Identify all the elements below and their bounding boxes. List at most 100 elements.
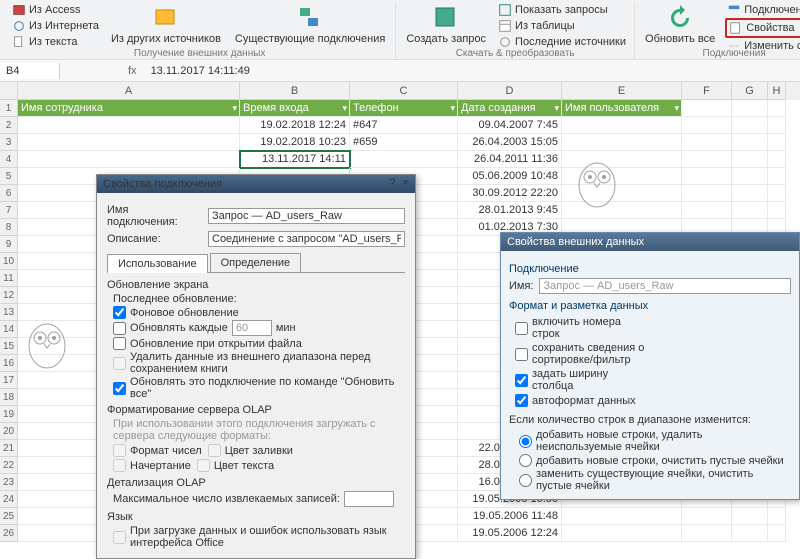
dialog-titlebar[interactable]: Свойства внешних данных bbox=[501, 233, 799, 251]
row-numbers-check[interactable] bbox=[515, 322, 528, 335]
desc-input[interactable] bbox=[208, 231, 405, 247]
num-format-check bbox=[113, 444, 126, 457]
ribbon-group-conn: Обновить все Подключения Свойства Измени… bbox=[635, 2, 800, 59]
row-header[interactable]: 8 bbox=[0, 219, 18, 236]
refresh-all-button[interactable]: Обновить все bbox=[641, 2, 719, 47]
ribbon-group-external: Из Access Из Интернета Из текста Из друг… bbox=[4, 2, 396, 59]
desc-label: Описание: bbox=[107, 233, 202, 245]
section-rows: Если количество строк в диапазоне измени… bbox=[509, 414, 791, 426]
row-header[interactable]: 2 bbox=[0, 117, 18, 134]
col-width-check[interactable] bbox=[515, 374, 528, 387]
col-header[interactable]: D bbox=[458, 82, 562, 100]
row-header[interactable]: 16 bbox=[0, 355, 18, 372]
row-header[interactable]: 24 bbox=[0, 491, 18, 508]
name-label: Имя: bbox=[509, 280, 533, 292]
refresh-every-check[interactable] bbox=[113, 322, 126, 335]
show-queries-button[interactable]: Показать запросы bbox=[496, 2, 628, 18]
name-input[interactable] bbox=[208, 208, 405, 224]
section-lang: Язык bbox=[107, 511, 405, 523]
remove-data-check bbox=[113, 357, 126, 370]
refresh-all-check[interactable] bbox=[113, 382, 126, 395]
help-icon[interactable]: ? × bbox=[389, 178, 409, 190]
row-header[interactable]: 22 bbox=[0, 457, 18, 474]
row-header[interactable]: 14 bbox=[0, 321, 18, 338]
tab-usage[interactable]: Использование bbox=[107, 254, 208, 273]
col-header[interactable]: H bbox=[768, 82, 786, 100]
font-style-check bbox=[113, 459, 126, 472]
owl-icon bbox=[572, 155, 622, 210]
column-headers: A B C D E F G H bbox=[0, 82, 800, 100]
ribbon-group-label: Подключения bbox=[635, 48, 800, 59]
connections-button[interactable]: Подключения bbox=[725, 2, 800, 18]
name-input bbox=[539, 278, 791, 294]
row-header[interactable]: 7 bbox=[0, 202, 18, 219]
col-header[interactable]: E bbox=[562, 82, 682, 100]
section-conn: Подключение bbox=[509, 263, 791, 275]
refresh-open-check[interactable] bbox=[113, 337, 126, 350]
col-header[interactable]: G bbox=[732, 82, 768, 100]
external-data-dialog: Свойства внешних данных Подключение Имя:… bbox=[500, 232, 800, 500]
row-header[interactable]: 17 bbox=[0, 372, 18, 389]
dialog-titlebar[interactable]: Свойства подключения? × bbox=[97, 175, 415, 193]
owl-icon bbox=[22, 316, 72, 371]
fill-color-check bbox=[208, 444, 221, 457]
row-header[interactable]: 11 bbox=[0, 270, 18, 287]
row-header[interactable]: 25 bbox=[0, 508, 18, 525]
properties-button[interactable]: Свойства bbox=[725, 18, 800, 38]
ribbon-group-label: Скачать & преобразовать bbox=[396, 48, 634, 59]
section-drill: Детализация OLAP bbox=[107, 477, 405, 489]
ribbon-group-label: Получение внешних данных bbox=[4, 48, 395, 59]
save-sort-check[interactable] bbox=[515, 348, 528, 361]
row-header[interactable]: 20 bbox=[0, 423, 18, 440]
from-web-button[interactable]: Из Интернета bbox=[10, 18, 101, 34]
formula-bar: B4 fx 13.11.2017 14:11:49 bbox=[0, 60, 800, 82]
from-table-button[interactable]: Из таблицы bbox=[496, 18, 628, 34]
row-header[interactable]: 18 bbox=[0, 389, 18, 406]
replace-radio[interactable] bbox=[519, 474, 532, 487]
add-delete-radio[interactable] bbox=[519, 435, 532, 448]
row-header[interactable]: 15 bbox=[0, 338, 18, 355]
col-header[interactable]: F bbox=[682, 82, 732, 100]
section-refresh: Обновление экрана bbox=[107, 279, 405, 291]
section-olap: Форматирование сервера OLAP bbox=[107, 404, 405, 416]
row-header[interactable]: 13 bbox=[0, 304, 18, 321]
ribbon-group-query: Создать запрос Показать запросы Из табли… bbox=[396, 2, 635, 59]
col-header[interactable]: C bbox=[350, 82, 458, 100]
row-header[interactable]: 19 bbox=[0, 406, 18, 423]
bg-refresh-check[interactable] bbox=[113, 306, 126, 319]
row-header[interactable]: 3 bbox=[0, 134, 18, 151]
row-header[interactable]: 9 bbox=[0, 236, 18, 253]
row-header[interactable]: 12 bbox=[0, 287, 18, 304]
col-header[interactable]: A bbox=[18, 82, 240, 100]
row-headers: 1234567891011121314151617181920212223242… bbox=[0, 100, 18, 542]
dialog-tabs: Использование Определение bbox=[107, 253, 405, 273]
from-other-button[interactable]: Из других источников bbox=[107, 2, 225, 47]
max-records-input bbox=[344, 491, 394, 507]
row-header[interactable]: 4 bbox=[0, 151, 18, 168]
row-header[interactable]: 6 bbox=[0, 185, 18, 202]
last-refresh-label: Последнее обновление: bbox=[113, 293, 405, 305]
formula-value[interactable]: 13.11.2017 14:11:49 bbox=[145, 63, 256, 79]
row-header[interactable]: 5 bbox=[0, 168, 18, 185]
refresh-min-input bbox=[232, 320, 272, 336]
row-header[interactable]: 23 bbox=[0, 474, 18, 491]
text-color-check bbox=[197, 459, 210, 472]
ribbon: Из Access Из Интернета Из текста Из друг… bbox=[0, 0, 800, 60]
existing-conn-button[interactable]: Существующие подключения bbox=[231, 2, 389, 47]
name-box[interactable]: B4 bbox=[0, 63, 60, 79]
name-label: Имя подключения: bbox=[107, 204, 202, 228]
olap-text: При использовании этого подключения загр… bbox=[113, 418, 405, 442]
new-query-button[interactable]: Создать запрос bbox=[402, 2, 490, 47]
add-clear-radio[interactable] bbox=[519, 454, 532, 467]
row-header[interactable]: 26 bbox=[0, 525, 18, 542]
section-format: Формат и разметка данных bbox=[509, 300, 791, 312]
autoformat-check[interactable] bbox=[515, 394, 528, 407]
fx-icon[interactable]: fx bbox=[120, 63, 145, 79]
lang-check bbox=[113, 531, 126, 544]
tab-definition[interactable]: Определение bbox=[210, 253, 302, 272]
col-header[interactable]: B bbox=[240, 82, 350, 100]
row-header[interactable]: 21 bbox=[0, 440, 18, 457]
from-access-button[interactable]: Из Access bbox=[10, 2, 101, 18]
row-header[interactable]: 10 bbox=[0, 253, 18, 270]
row-header[interactable]: 1 bbox=[0, 100, 18, 117]
